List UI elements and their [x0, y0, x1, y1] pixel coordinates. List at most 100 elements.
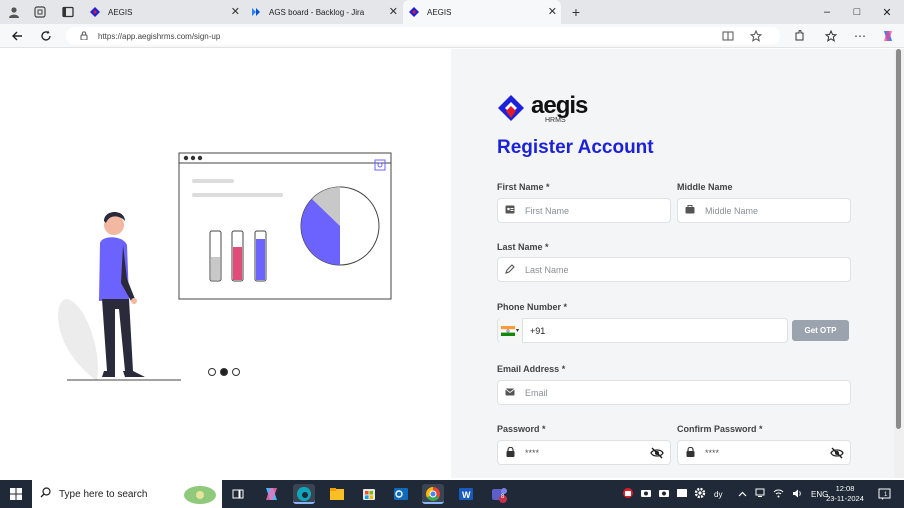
system-clock[interactable]: 12:08 23-11-2024 — [826, 484, 864, 504]
illustration-panel — [2, 49, 451, 478]
address-bar-row: https://app.aegishrms.com/sign-up ⋯ — [0, 24, 904, 48]
eye-slash-icon[interactable] — [650, 447, 664, 459]
extensions-icon[interactable] — [790, 27, 808, 45]
phone-field[interactable]: ▾ +91 — [497, 318, 788, 343]
tray-app-icon[interactable] — [622, 487, 634, 501]
envelope-icon — [504, 388, 516, 398]
refresh-icon[interactable] — [37, 27, 55, 45]
last-name-placeholder: Last Name — [525, 264, 569, 275]
dashboard-illustration — [58, 152, 392, 381]
last-name-label: Last Name * — [497, 242, 549, 252]
register-panel: aegis HRMS Register Account First Name *… — [451, 49, 894, 478]
carousel-dot-1[interactable] — [208, 368, 216, 376]
aegis-favicon-icon — [90, 7, 100, 17]
favorites-icon[interactable] — [822, 27, 840, 45]
tab-aegis-active[interactable]: AEGIS ✕ — [403, 0, 561, 24]
aegis-favicon-icon — [409, 7, 419, 17]
page-scrollbar[interactable] — [894, 49, 904, 478]
task-view-icon[interactable] — [228, 484, 248, 504]
chevron-down-icon: ▾ — [515, 328, 519, 334]
more-menu-icon[interactable]: ⋯ — [851, 27, 869, 45]
lock-icon[interactable] — [80, 30, 88, 42]
edge-app-icon[interactable] — [293, 484, 315, 504]
windows-start-icon[interactable] — [6, 484, 26, 504]
close-tab-icon[interactable]: ✕ — [231, 5, 240, 18]
close-tab-icon[interactable]: ✕ — [389, 5, 398, 18]
confirm-password-label: Confirm Password * — [677, 424, 763, 434]
taskbar-search[interactable]: Type here to search — [32, 480, 222, 508]
password-placeholder: **** — [525, 447, 540, 458]
window-icon[interactable] — [676, 488, 688, 500]
back-icon[interactable] — [8, 27, 26, 45]
wifi-icon[interactable] — [773, 489, 784, 500]
logo-text: aegis — [531, 92, 588, 119]
password-field[interactable]: **** — [497, 440, 671, 465]
tray-weather-text: dy — [714, 489, 723, 499]
get-otp-button[interactable]: Get OTP — [792, 320, 849, 341]
system-tray-apps: dy — [622, 480, 722, 508]
close-window-button[interactable]: ✕ — [872, 2, 902, 22]
volume-icon[interactable] — [792, 489, 803, 500]
india-flag-icon — [500, 325, 515, 336]
phone-label: Phone Number * — [497, 302, 568, 312]
pencil-icon — [504, 263, 516, 276]
tab-jira[interactable]: AGS board - Backlog - Jira ✕ — [245, 0, 402, 24]
new-tab-button[interactable]: + — [566, 3, 586, 21]
scrollbar-thumb[interactable] — [896, 49, 901, 429]
maximize-button[interactable]: □ — [842, 2, 872, 22]
aegis-logo: aegis HRMS — [497, 92, 588, 126]
minimize-button[interactable]: – — [812, 2, 842, 22]
country-select[interactable]: ▾ — [498, 318, 523, 343]
password-label: Password * — [497, 424, 546, 434]
file-explorer-icon[interactable] — [326, 484, 348, 504]
phone-value: +91 — [530, 325, 546, 336]
gear-icon[interactable] — [694, 487, 706, 501]
notification-icon[interactable]: 1 — [874, 484, 894, 504]
clock-time: 12:08 — [835, 484, 855, 493]
carousel-dot-3[interactable] — [232, 368, 240, 376]
email-field[interactable]: Email — [497, 380, 851, 405]
first-name-field[interactable]: First Name — [497, 198, 671, 223]
copilot-icon[interactable] — [879, 27, 897, 45]
last-name-field[interactable]: Last Name — [497, 257, 851, 282]
middle-name-label: Middle Name — [677, 182, 733, 192]
svg-text:W: W — [462, 490, 471, 500]
chevron-up-icon[interactable] — [738, 490, 747, 499]
camera-icon[interactable] — [658, 488, 670, 500]
teams-app-icon[interactable]: 8 — [488, 484, 510, 504]
email-placeholder: Email — [525, 387, 548, 398]
tab-title: AEGIS — [427, 7, 452, 17]
word-app-icon[interactable]: W — [455, 484, 477, 504]
briefcase-icon — [684, 205, 696, 216]
search-highlight-icon — [180, 481, 220, 508]
profile-icon[interactable] — [4, 3, 24, 21]
clock-date: 23-11-2024 — [826, 494, 864, 503]
confirm-password-field[interactable]: **** — [677, 440, 851, 465]
first-name-label: First Name * — [497, 182, 550, 192]
vertical-tabs-icon[interactable] — [58, 3, 78, 21]
favorite-star-icon[interactable] — [749, 29, 763, 44]
middle-name-placeholder: Middle Name — [705, 205, 759, 216]
tab-aegis-1[interactable]: AEGIS ✕ — [84, 0, 244, 24]
chrome-app-icon[interactable] — [422, 484, 444, 504]
notification-badge: 1 — [884, 492, 888, 498]
middle-name-field[interactable]: Middle Name — [677, 198, 851, 223]
workspaces-icon[interactable] — [30, 3, 50, 21]
search-icon — [40, 487, 51, 501]
aegis-logo-icon — [498, 95, 524, 121]
page-content: aegis HRMS Register Account First Name *… — [2, 49, 894, 478]
immersive-reader-icon[interactable] — [722, 30, 734, 44]
copilot-app-icon[interactable] — [261, 484, 283, 504]
teams-badge: 8 — [501, 494, 505, 500]
display-icon[interactable] — [755, 488, 765, 500]
eye-slash-icon[interactable] — [830, 447, 844, 459]
outlook-app-icon[interactable] — [390, 484, 412, 504]
close-tab-icon[interactable]: ✕ — [548, 5, 557, 18]
carousel-indicators — [208, 368, 240, 376]
store-app-icon[interactable] — [358, 484, 380, 504]
page-title: Register Account — [497, 137, 654, 158]
camera-icon[interactable] — [640, 488, 652, 500]
carousel-dot-2[interactable] — [220, 368, 228, 376]
jira-favicon-icon — [251, 7, 261, 17]
url-bar[interactable]: https://app.aegishrms.com/sign-up — [66, 27, 780, 45]
